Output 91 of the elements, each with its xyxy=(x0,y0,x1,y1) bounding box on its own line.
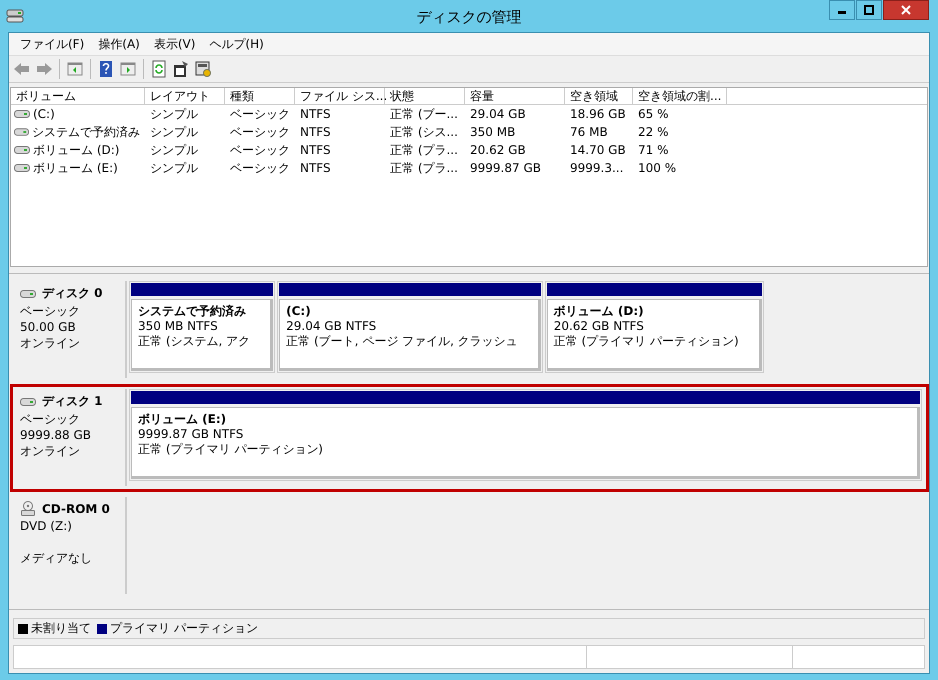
table-cell: 100 % xyxy=(638,161,676,175)
disk-type: ベーシック xyxy=(20,411,81,427)
disk-name: ディスク 0 xyxy=(42,285,103,302)
drive-icon xyxy=(14,163,30,173)
column-header[interactable]: 種類 xyxy=(225,88,295,105)
disk-status: オンライン xyxy=(20,443,81,459)
menu-item[interactable]: ファイル(F) xyxy=(13,36,92,52)
legend-label: 未割り当て xyxy=(31,620,91,637)
table-cell: ベーシック xyxy=(230,107,290,121)
partition-size: 9999.87 GB NTFS xyxy=(138,427,244,442)
column-header[interactable]: レイアウト xyxy=(145,88,225,105)
partition[interactable]: (C:) 29.04 GB NTFS 正常 (ブート, ページ ファイル, クラッシュ xyxy=(277,281,543,373)
maximize-icon xyxy=(864,5,874,15)
cd-drive-icon xyxy=(20,501,36,517)
table-cell: ベーシック xyxy=(230,125,290,139)
table-cell: 350 MB xyxy=(470,125,516,139)
menu-item[interactable]: ヘルプ(H) xyxy=(202,36,271,52)
drive-icon xyxy=(14,127,29,137)
table-cell-text: ボリューム (D:) xyxy=(33,142,120,159)
maximize-button[interactable] xyxy=(856,0,882,20)
partition[interactable]: システムで予約済み 350 MB NTFS 正常 (システム, アク xyxy=(129,281,276,373)
help-icon[interactable] xyxy=(97,60,115,78)
table-cell-text: (C:) xyxy=(33,106,55,123)
column-header[interactable]: 容量 xyxy=(465,88,565,105)
partition-size: 350 MB NTFS xyxy=(138,319,219,334)
properties-icon[interactable] xyxy=(172,60,190,78)
partition-size: 20.62 GB NTFS xyxy=(554,319,645,334)
table-cell: 正常 (ブー... xyxy=(390,107,458,121)
column-header[interactable]: 空き領域の割... xyxy=(633,88,727,105)
column-header[interactable]: 空き領域 xyxy=(565,88,633,105)
panel-icon[interactable] xyxy=(66,60,84,78)
table-cell: 65 % xyxy=(638,107,668,121)
disk-name: CD-ROM 0 xyxy=(42,502,110,516)
disk-status: オンライン xyxy=(20,335,81,351)
menu-item[interactable]: 表示(V) xyxy=(146,36,202,52)
table-cell: 9999.87 GB xyxy=(470,161,541,175)
partition-name: システムで予約済み xyxy=(138,304,247,319)
disk-type: DVD (Z:) xyxy=(20,518,73,534)
refresh-icon[interactable] xyxy=(150,60,168,78)
table-cell: 20.62 GB xyxy=(470,143,526,157)
panel-icon[interactable] xyxy=(119,60,137,78)
table-cell: 9999.3... xyxy=(570,161,624,175)
column-header[interactable]: ボリューム xyxy=(11,88,145,105)
table-cell: NTFS xyxy=(300,125,331,139)
column-header[interactable]: 状態 xyxy=(385,88,465,105)
disk-size: 50.00 GB xyxy=(20,319,77,335)
table-cell: 29.04 GB xyxy=(470,107,526,121)
close-icon xyxy=(901,5,911,15)
table-cell: 22 % xyxy=(638,125,668,139)
table-cell: 正常 (プラ... xyxy=(390,143,458,157)
window-title: ディスクの管理 xyxy=(416,8,522,27)
partition-name: ボリューム (E:) xyxy=(138,412,228,427)
table-cell: ベーシック xyxy=(230,143,290,157)
table-cell: シンプル xyxy=(150,107,198,121)
table-cell: 14.70 GB xyxy=(570,143,626,157)
table-cell: 正常 (シス... xyxy=(390,125,458,139)
menu-item[interactable]: 操作(A) xyxy=(91,36,147,52)
partition-name: (C:) xyxy=(286,304,312,319)
table-cell: シンプル xyxy=(150,125,198,139)
disk-type: ベーシック xyxy=(20,303,81,319)
table-cell-text: ボリューム (E:) xyxy=(33,160,118,177)
partition-status: 正常 (システム, アク xyxy=(138,334,250,349)
partition-status: 正常 (ブート, ページ ファイル, クラッシュ xyxy=(286,334,518,349)
table-cell: シンプル xyxy=(150,143,198,157)
disk-name: ディスク 1 xyxy=(42,393,103,410)
app-icon xyxy=(6,8,24,24)
settings-icon[interactable] xyxy=(194,60,212,78)
disk-status: メディアなし xyxy=(20,550,93,566)
table-cell: 正常 (プラ... xyxy=(390,161,458,175)
table-cell: 18.96 GB xyxy=(570,107,626,121)
drive-icon xyxy=(14,109,30,119)
partition[interactable]: ボリューム (E:) 9999.87 GB NTFS 正常 (プライマリ パーティション) xyxy=(129,389,922,481)
column-header[interactable]: ファイル シス... xyxy=(295,88,385,105)
close-button[interactable] xyxy=(883,0,929,20)
partition-status: 正常 (プライマリ パーティション) xyxy=(554,334,739,349)
drive-icon xyxy=(14,145,30,155)
table-cell: 71 % xyxy=(638,143,668,157)
table-cell: NTFS xyxy=(300,161,331,175)
partition-status: 正常 (プライマリ パーティション) xyxy=(138,442,324,457)
minimize-button[interactable] xyxy=(829,0,855,20)
disk-size: 9999.88 GB xyxy=(20,427,92,443)
partition-name: ボリューム (D:) xyxy=(554,304,645,319)
table-cell: ベーシック xyxy=(230,161,290,175)
legend-label: プライマリ パーティション xyxy=(110,620,258,637)
table-cell: NTFS xyxy=(300,143,331,157)
table-cell: NTFS xyxy=(300,107,331,121)
table-cell: シンプル xyxy=(150,161,198,175)
partition-size: 29.04 GB NTFS xyxy=(286,319,378,334)
partition[interactable]: ボリューム (D:) 20.62 GB NTFS 正常 (プライマリ パーティション) xyxy=(544,281,764,373)
table-cell-text: システムで予約済み xyxy=(32,124,140,141)
table-cell: 76 MB xyxy=(570,125,608,139)
